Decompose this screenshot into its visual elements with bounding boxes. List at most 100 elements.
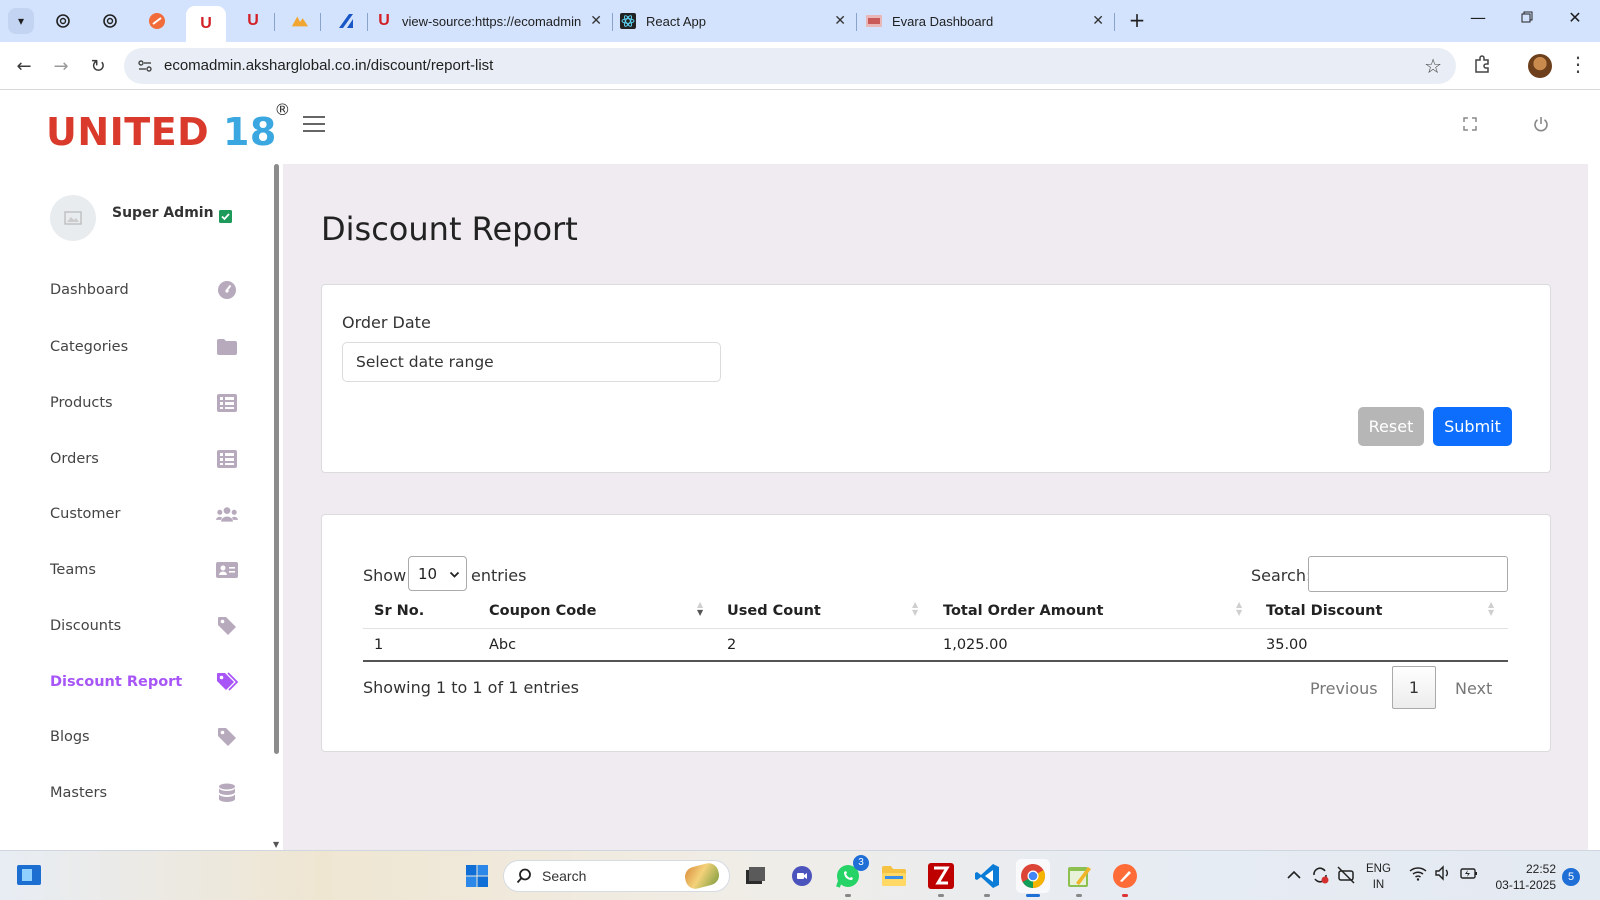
column-header-sr-no[interactable]: Sr No. xyxy=(374,603,424,619)
extensions-icon[interactable] xyxy=(1472,54,1492,78)
pagination-page-1[interactable]: 1 xyxy=(1392,666,1436,709)
united-u-icon: U xyxy=(247,12,259,29)
menu-toggle-icon[interactable] xyxy=(303,116,325,137)
pagination-previous[interactable]: Previous xyxy=(1310,679,1378,698)
power-icon[interactable] xyxy=(1533,116,1549,136)
tab-evara-dashboard[interactable]: Evara Dashboard ✕ xyxy=(866,6,1110,36)
tag-icon xyxy=(216,726,238,748)
clock[interactable]: 22:52 03-11-2025 xyxy=(1494,861,1557,893)
network-off-icon[interactable] xyxy=(1336,865,1356,890)
forward-button[interactable]: → xyxy=(47,52,75,80)
bookmark-star-icon[interactable]: ☆ xyxy=(1424,54,1442,78)
date-range-input[interactable]: Select date range xyxy=(342,342,721,382)
column-header-total-discount[interactable]: Total Discount xyxy=(1266,603,1382,619)
close-tab-icon[interactable]: ✕ xyxy=(590,12,602,29)
sidebar-item-products[interactable]: Products xyxy=(50,385,238,421)
address-bar[interactable]: ecomadmin.aksharglobal.co.in/discount/re… xyxy=(124,48,1456,84)
reload-button[interactable]: ↻ xyxy=(84,52,112,80)
pinned-tab-phpmyadmin[interactable] xyxy=(280,6,320,36)
close-window-button[interactable]: ✕ xyxy=(1555,8,1595,32)
sidebar-item-masters[interactable]: Masters xyxy=(50,775,238,811)
new-tab-button[interactable]: + xyxy=(1125,9,1149,33)
page-size-select[interactable]: 10 xyxy=(408,556,467,591)
restore-icon xyxy=(1521,11,1533,23)
taskbar-app-filezilla[interactable] xyxy=(924,859,958,897)
sidebar-scrollbar[interactable] xyxy=(274,164,279,754)
column-header-used-count[interactable]: Used Count xyxy=(727,603,821,619)
taskbar-app-task-view[interactable] xyxy=(738,859,772,893)
windows-icon xyxy=(466,865,488,887)
pinned-tab-openai-2[interactable] xyxy=(90,6,130,36)
taskbar-app-chrome[interactable] xyxy=(1016,859,1050,897)
openai-icon xyxy=(101,12,119,30)
tag-icon xyxy=(216,615,238,637)
tab-react-app[interactable]: React App ✕ xyxy=(620,6,852,36)
sidebar-item-categories[interactable]: Categories xyxy=(50,329,238,365)
widgets-icon[interactable] xyxy=(17,865,41,885)
pinned-tab-blue[interactable] xyxy=(326,6,366,36)
scroll-down-arrow-icon[interactable]: ▼ xyxy=(273,840,279,849)
site-info-icon[interactable] xyxy=(136,57,154,79)
entries-label: entries xyxy=(471,566,527,585)
cell-total-discount: 35.00 xyxy=(1266,637,1308,653)
united-u-icon: U xyxy=(378,12,390,29)
pagination-next[interactable]: Next xyxy=(1455,679,1492,698)
table-search-input[interactable] xyxy=(1308,556,1508,592)
sort-desc-icon[interactable]: ▲ ▼ xyxy=(697,601,703,617)
browser-menu-icon[interactable]: ⋮ xyxy=(1568,52,1588,76)
close-tab-icon[interactable]: ✕ xyxy=(1092,12,1104,29)
sidebar-item-customer[interactable]: Customer xyxy=(50,496,238,532)
sync-icon[interactable] xyxy=(1310,865,1330,890)
reset-button[interactable]: Reset xyxy=(1358,407,1424,446)
sidebar-item-discounts[interactable]: Discounts xyxy=(50,608,238,644)
tab-separator xyxy=(274,13,275,31)
pinned-tab-orange[interactable] xyxy=(137,6,177,36)
restore-button[interactable] xyxy=(1507,8,1547,32)
language-indicator[interactable]: ENG IN xyxy=(1366,861,1391,893)
taskbar-app-meet[interactable] xyxy=(785,859,819,893)
pinned-tab-united[interactable]: U xyxy=(233,6,273,36)
pinned-tab-united-active[interactable]: U xyxy=(186,6,226,42)
taskbar-app-postman[interactable] xyxy=(1108,859,1142,897)
taskbar-search-box[interactable]: Search xyxy=(503,860,730,892)
logo[interactable]: UNITED 18 ® xyxy=(46,100,290,154)
wifi-icon[interactable] xyxy=(1409,865,1427,886)
chevron-up-icon[interactable] xyxy=(1287,867,1301,885)
sidebar-item-orders[interactable]: Orders xyxy=(50,441,238,477)
sidebar-item-dashboard[interactable]: Dashboard xyxy=(50,272,238,308)
profile-avatar-icon[interactable] xyxy=(1528,54,1552,78)
taskbar-app-whatsapp[interactable]: 3 xyxy=(831,855,869,897)
sort-icon[interactable]: ▲ ▼ xyxy=(912,601,918,617)
column-header-coupon-code[interactable]: Coupon Code xyxy=(489,603,596,619)
submit-button[interactable]: Submit xyxy=(1433,407,1512,446)
taskbar-app-vscode[interactable] xyxy=(970,859,1004,897)
sort-icon[interactable]: ▲ ▼ xyxy=(1488,601,1494,617)
sort-icon[interactable]: ▲ ▼ xyxy=(1236,601,1242,617)
folder-icon xyxy=(882,866,906,886)
minimize-button[interactable]: — xyxy=(1458,8,1498,32)
tab-separator xyxy=(320,13,321,31)
folder-icon xyxy=(216,336,238,358)
chat-video-icon xyxy=(792,866,812,886)
tab-view-source[interactable]: U view-source:https://ecomadmin ✕ xyxy=(376,6,608,36)
sidebar-item-blogs[interactable]: Blogs xyxy=(50,719,238,755)
chevron-down-icon xyxy=(449,566,460,584)
pinned-tab-openai-1[interactable] xyxy=(43,6,83,36)
start-button[interactable] xyxy=(460,859,494,893)
tab-separator xyxy=(367,13,368,31)
back-button[interactable]: ← xyxy=(10,52,38,80)
battery-icon[interactable] xyxy=(1459,865,1479,886)
fullscreen-icon[interactable] xyxy=(1463,116,1477,135)
speaker-icon[interactable] xyxy=(1434,865,1452,886)
tab-search-button[interactable]: ▾ xyxy=(8,8,34,34)
page-title: Discount Report xyxy=(321,210,578,248)
taskbar-app-notepad[interactable] xyxy=(1062,859,1096,897)
notepad-icon xyxy=(1068,867,1091,887)
notification-badge[interactable]: 5 xyxy=(1562,868,1580,886)
column-header-total-order-amount[interactable]: Total Order Amount xyxy=(943,603,1103,619)
close-tab-icon[interactable]: ✕ xyxy=(834,12,846,29)
sidebar-item-discount-report[interactable]: Discount Report xyxy=(50,664,238,700)
sidebar-item-teams[interactable]: Teams xyxy=(50,552,238,588)
taskbar-app-file-explorer[interactable] xyxy=(877,859,911,893)
search-label: Search: xyxy=(1251,566,1312,585)
